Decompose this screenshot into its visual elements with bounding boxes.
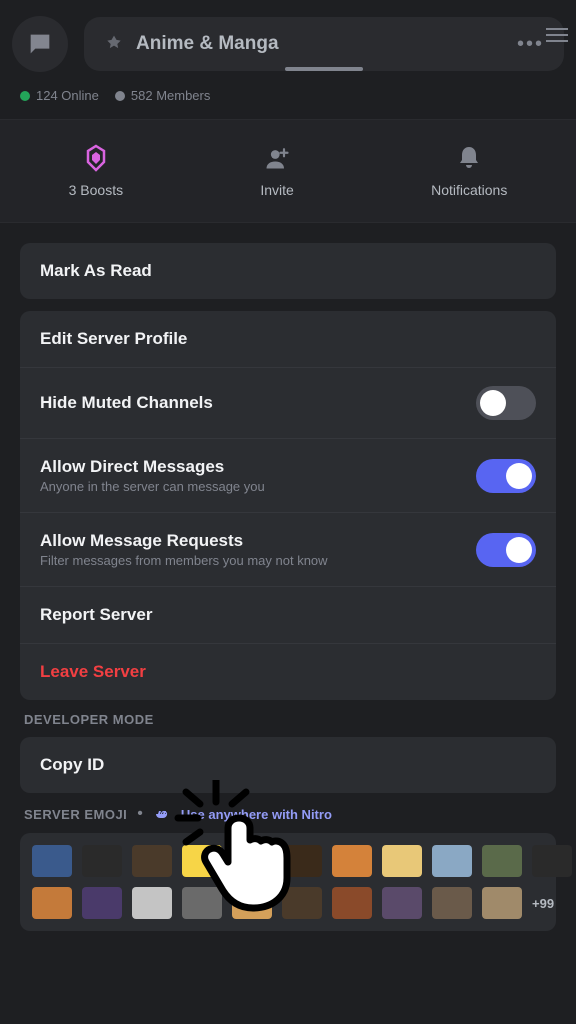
emoji-item[interactable] — [182, 845, 222, 877]
hide-muted-row: Hide Muted Channels — [20, 368, 556, 439]
chat-icon — [26, 30, 54, 58]
members-stat: 582 Members — [115, 88, 210, 103]
hamburger-icon[interactable] — [546, 24, 568, 46]
emoji-item[interactable] — [132, 887, 172, 919]
emoji-item[interactable] — [332, 887, 372, 919]
invite-label: Invite — [260, 182, 293, 198]
allow-dm-toggle[interactable] — [476, 459, 536, 493]
more-icon[interactable]: ••• — [517, 33, 544, 56]
hide-muted-toggle[interactable] — [476, 386, 536, 420]
emoji-item[interactable] — [232, 845, 272, 877]
emoji-item[interactable] — [482, 845, 522, 877]
boosts-button[interactable]: 3 Boosts — [69, 144, 123, 198]
emoji-item[interactable] — [82, 887, 122, 919]
developer-mode-header: Developer Mode — [24, 712, 552, 727]
server-emoji-header: Server Emoji — [24, 807, 127, 822]
emoji-item[interactable] — [82, 845, 122, 877]
leave-server-button[interactable]: Leave Server — [20, 644, 556, 700]
allow-dm-row: Allow Direct Messages Anyone in the serv… — [20, 439, 556, 513]
emoji-grid: +99 — [20, 833, 556, 931]
stats-row: 124 Online 582 Members — [0, 88, 576, 119]
tab-indicator — [285, 67, 363, 71]
emoji-item[interactable] — [282, 887, 322, 919]
mark-as-read-button[interactable]: Mark As Read — [20, 243, 556, 299]
online-stat: 124 Online — [20, 88, 99, 103]
invite-icon — [263, 144, 291, 172]
emoji-item[interactable] — [432, 887, 472, 919]
notifications-label: Notifications — [431, 182, 507, 198]
edit-server-profile-button[interactable]: Edit Server Profile — [20, 311, 556, 368]
emoji-item[interactable] — [32, 887, 72, 919]
boosts-label: 3 Boosts — [69, 182, 123, 198]
emoji-item[interactable] — [532, 845, 572, 877]
server-name: Anime & Manga — [136, 33, 279, 55]
nitro-link[interactable]: Use anywhere with Nitro — [181, 807, 332, 822]
bell-icon — [455, 144, 483, 172]
emoji-more-button[interactable]: +99 — [532, 887, 554, 919]
server-badge-icon — [104, 34, 124, 54]
nitro-icon — [153, 807, 171, 821]
report-server-button[interactable]: Report Server — [20, 587, 556, 644]
emoji-item[interactable] — [332, 845, 372, 877]
emoji-item[interactable] — [282, 845, 322, 877]
emoji-item[interactable] — [482, 887, 522, 919]
notifications-button[interactable]: Notifications — [431, 144, 507, 198]
emoji-item[interactable] — [432, 845, 472, 877]
boost-icon — [82, 144, 110, 172]
emoji-item[interactable] — [132, 845, 172, 877]
emoji-item[interactable] — [182, 887, 222, 919]
emoji-item[interactable] — [382, 887, 422, 919]
emoji-item[interactable] — [32, 845, 72, 877]
emoji-item[interactable] — [382, 845, 422, 877]
allow-requests-row: Allow Message Requests Filter messages f… — [20, 513, 556, 587]
allow-requests-toggle[interactable] — [476, 533, 536, 567]
copy-id-button[interactable]: Copy ID — [20, 737, 556, 793]
server-tab[interactable]: Anime & Manga ••• — [84, 17, 564, 71]
chat-icon-button[interactable] — [12, 16, 68, 72]
emoji-item[interactable] — [232, 887, 272, 919]
invite-button[interactable]: Invite — [260, 144, 293, 198]
